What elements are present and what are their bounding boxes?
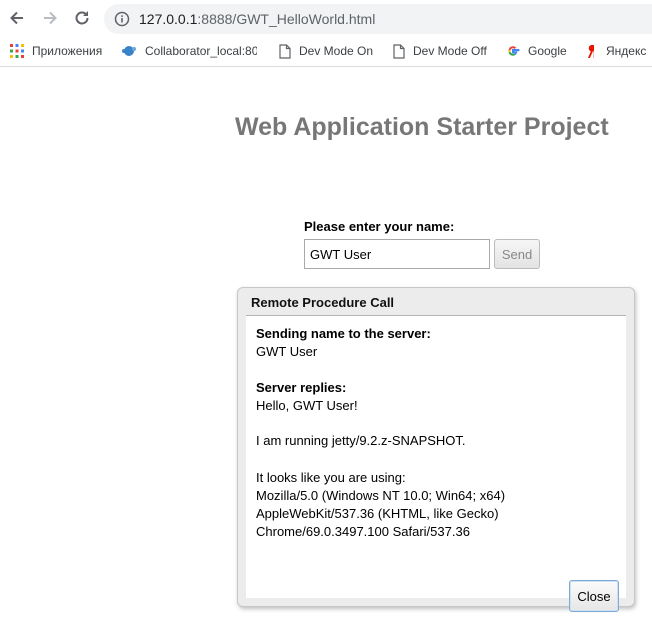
page-icon: [279, 43, 291, 59]
bookmark-dev-mode-on[interactable]: Dev Mode On: [279, 36, 373, 66]
dialog-caption[interactable]: Remote Procedure Call: [251, 295, 394, 310]
reply-line: I am running jetty/9.2.z-SNAPSHOT.: [256, 433, 466, 448]
page-icon: [393, 43, 405, 59]
bookmark-label: Dev Mode On: [299, 44, 374, 58]
bookmark-label: Яндекс: [606, 44, 647, 58]
browser-toolbar: 127.0.0.1:8888/GWT_HelloWorld.html: [0, 0, 652, 36]
sending-value: GWT User: [256, 344, 318, 359]
reply-line: Hello, GWT User!: [256, 398, 358, 413]
bookmarks-bar: Приложения Collaborator_local:80 Dev Mod…: [0, 36, 652, 67]
bookmark-collaborator[interactable]: Collaborator_local:80: [121, 36, 257, 66]
back-arrow-icon[interactable]: [7, 8, 27, 28]
url-text: 127.0.0.1:8888/GWT_HelloWorld.html: [139, 11, 375, 27]
dialog-content: Sending name to the server: GWT User Ser…: [246, 316, 626, 612]
address-bar[interactable]: 127.0.0.1:8888/GWT_HelloWorld.html: [104, 4, 652, 34]
url-host: 127.0.0.1: [139, 11, 198, 27]
close-button[interactable]: Close: [569, 580, 619, 612]
user-agent-line: Mozilla/5.0 (Windows NT 10.0; Win64; x64…: [256, 488, 506, 503]
page-title: Web Application Starter Project: [235, 113, 609, 141]
reload-icon[interactable]: [72, 8, 92, 28]
yandex-icon: [588, 44, 594, 58]
sending-heading: Sending name to the server:: [256, 326, 431, 341]
name-label: Please enter your name:: [304, 219, 455, 234]
bookmark-google[interactable]: Google: [506, 36, 567, 66]
bookmark-label: Google: [528, 44, 567, 58]
collaborator-icon: [122, 46, 136, 56]
bookmark-label: Collaborator_local:80: [145, 44, 257, 58]
replies-heading: Server replies:: [256, 380, 347, 395]
bookmark-dev-mode-off[interactable]: Dev Mode Off: [393, 36, 487, 66]
url-path: :8888/GWT_HelloWorld.html: [197, 11, 376, 27]
user-agent-line: Chrome/69.0.3497.100 Safari/537.36: [256, 524, 470, 539]
user-agent-line: AppleWebKit/537.36 (KHTML, like Gecko): [256, 506, 499, 521]
bookmark-label: Dev Mode Off: [413, 44, 487, 58]
bookmark-label: Приложения: [32, 44, 103, 58]
name-input[interactable]: [304, 239, 490, 269]
rpc-dialog: Remote Procedure Call Sending name to th…: [237, 287, 635, 612]
bookmark-yandex[interactable]: Яндекс: [586, 36, 646, 66]
send-button[interactable]: Send: [494, 239, 540, 269]
forward-arrow-icon[interactable]: [40, 8, 60, 28]
apps-grid-icon: [10, 44, 24, 58]
info-icon[interactable]: [114, 11, 130, 27]
bookmark-apps[interactable]: Приложения: [10, 36, 102, 66]
google-icon: [508, 46, 520, 56]
reply-line: It looks like you are using:: [256, 470, 406, 485]
